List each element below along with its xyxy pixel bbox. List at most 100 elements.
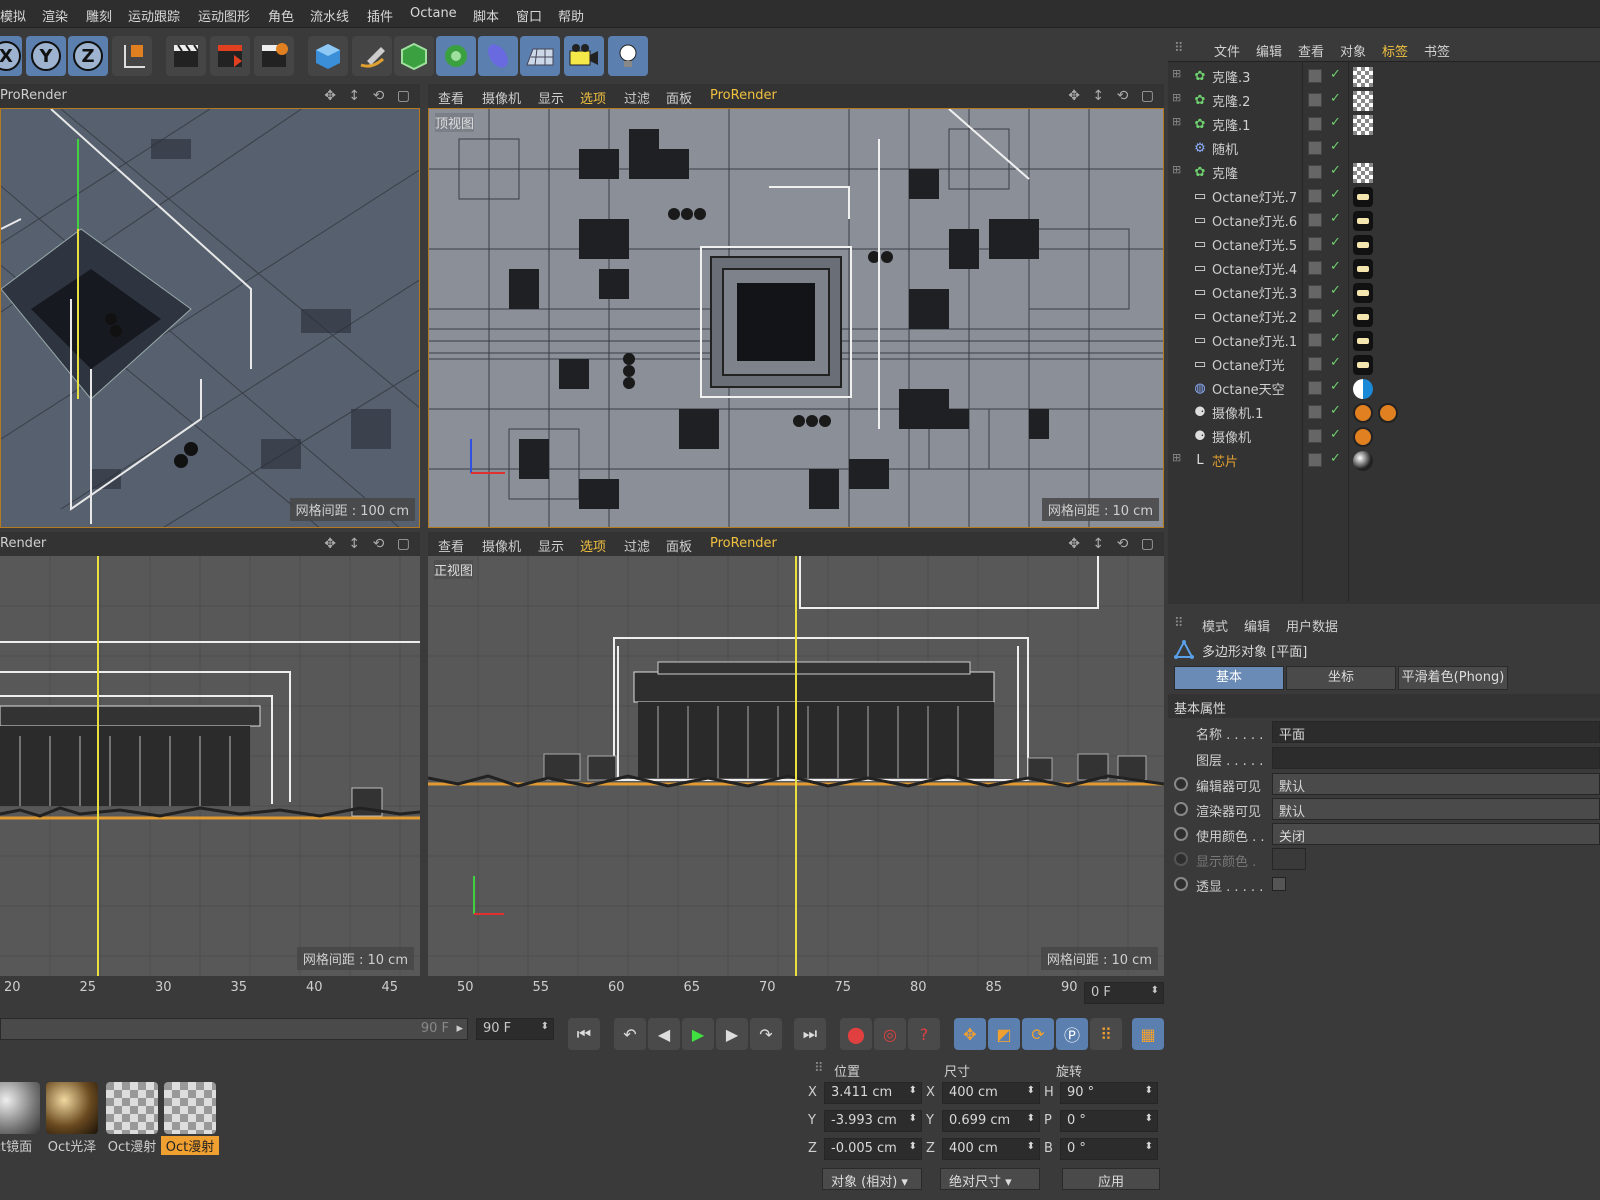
- om-menu-bookmarks[interactable]: 书签: [1424, 41, 1450, 60]
- enabled-check-icon[interactable]: ✓: [1330, 283, 1341, 298]
- grip-icon[interactable]: ⠿: [1174, 616, 1184, 631]
- enabled-check-icon[interactable]: ✓: [1330, 451, 1341, 466]
- go-to-end-button[interactable]: ⏭: [794, 1018, 826, 1050]
- menu-script[interactable]: 脚本: [473, 6, 499, 25]
- layer-swatch[interactable]: [1308, 213, 1322, 227]
- render-visible-select[interactable]: 默认: [1272, 798, 1600, 820]
- enabled-check-icon[interactable]: ✓: [1330, 307, 1341, 322]
- key-rotation-button[interactable]: ⟳: [1022, 1018, 1054, 1050]
- object-row[interactable]: ▭ Octane灯光.1 ✓: [1168, 328, 1600, 352]
- object-row[interactable]: ◍ Octane天空 ✓: [1168, 376, 1600, 400]
- floor-button[interactable]: [520, 36, 560, 76]
- viewport-nav-icons[interactable]: ✥ ↕ ⟲ ▢: [324, 536, 414, 552]
- next-key-button[interactable]: ↷: [750, 1018, 782, 1050]
- enabled-check-icon[interactable]: ✓: [1330, 331, 1341, 346]
- size-y-field[interactable]: 0.699 cm ⬍: [942, 1110, 1040, 1132]
- menu-mograph[interactable]: 运动图形: [198, 6, 250, 25]
- viewport-nav-icons[interactable]: ✥ ↕ ⟲ ▢: [324, 88, 414, 104]
- expand-icon[interactable]: ⊞: [1172, 115, 1181, 128]
- prev-frame-button[interactable]: ◀: [648, 1018, 680, 1050]
- am-menu-mode[interactable]: 模式: [1202, 616, 1228, 635]
- animate-radio[interactable]: [1174, 827, 1188, 841]
- object-name[interactable]: Octane天空: [1212, 379, 1285, 398]
- enabled-check-icon[interactable]: ✓: [1330, 259, 1341, 274]
- key-pla-button[interactable]: ⠿: [1090, 1018, 1122, 1050]
- next-frame-button[interactable]: ▶: [716, 1018, 748, 1050]
- timeline-ruler[interactable]: 20 25 30 35 40 45 50 55 60 65 70 75 80 85 90: [0, 976, 1164, 1006]
- name-field[interactable]: 平面: [1272, 721, 1600, 743]
- menu-window[interactable]: 窗口: [516, 6, 542, 25]
- object-row[interactable]: ▭ Octane灯光.6 ✓: [1168, 208, 1600, 232]
- expand-icon[interactable]: ⊞: [1172, 163, 1181, 176]
- grip-icon[interactable]: ⠿: [814, 1061, 824, 1076]
- enabled-check-icon[interactable]: ✓: [1330, 91, 1341, 106]
- enabled-check-icon[interactable]: ✓: [1330, 427, 1341, 442]
- cloner-button[interactable]: [436, 36, 476, 76]
- viewport-perspective[interactable]: 网格间距 : 100 cm: [0, 108, 420, 528]
- enabled-check-icon[interactable]: ✓: [1330, 163, 1341, 178]
- vp-menu-filter[interactable]: 过滤: [624, 536, 650, 555]
- display-color-swatch[interactable]: [1272, 848, 1306, 870]
- render-settings-button[interactable]: [254, 36, 294, 76]
- pos-z-field[interactable]: -0.005 cm ⬍: [824, 1138, 922, 1160]
- vp-menu-camera[interactable]: 摄像机: [482, 88, 521, 107]
- layer-swatch[interactable]: [1308, 117, 1322, 131]
- object-tag-light[interactable]: [1353, 307, 1373, 327]
- am-menu-edit[interactable]: 编辑: [1244, 616, 1270, 635]
- object-row[interactable]: ⊞ ✿ 克隆.2 ✓: [1168, 88, 1600, 112]
- object-name[interactable]: 克隆.1: [1212, 115, 1250, 134]
- enabled-check-icon[interactable]: ✓: [1330, 211, 1341, 226]
- deformer-button[interactable]: [478, 36, 518, 76]
- object-name[interactable]: Octane灯光.2: [1212, 307, 1297, 326]
- object-name[interactable]: Octane灯光.7: [1212, 187, 1297, 206]
- material-mirror-thumb[interactable]: [0, 1082, 40, 1134]
- axis-x-button[interactable]: X: [0, 36, 22, 76]
- enabled-check-icon[interactable]: ✓: [1330, 235, 1341, 250]
- autokey-button[interactable]: ◎: [874, 1018, 906, 1050]
- play-button[interactable]: ▶: [682, 1018, 714, 1050]
- object-name[interactable]: Octane灯光.1: [1212, 331, 1297, 350]
- key-scale-button[interactable]: ◩: [988, 1018, 1020, 1050]
- apply-button[interactable]: 应用: [1062, 1168, 1160, 1190]
- keyframe-selection-button[interactable]: ?: [908, 1018, 940, 1050]
- render-view-button[interactable]: [166, 36, 206, 76]
- object-name[interactable]: 摄像机: [1212, 427, 1251, 446]
- object-row[interactable]: ⊞ L 芯片 ✓: [1168, 448, 1600, 472]
- object-row[interactable]: ▭ Octane灯光.3 ✓: [1168, 280, 1600, 304]
- vp-menu-view[interactable]: 查看: [438, 536, 464, 555]
- viewport-bl-label[interactable]: Render: [0, 536, 46, 551]
- object-row[interactable]: ▭ Octane灯光.4 ✓: [1168, 256, 1600, 280]
- viewport-top[interactable]: 顶视图 网格间距 : 10 cm: [428, 108, 1164, 528]
- menu-octane[interactable]: Octane: [410, 6, 457, 21]
- menu-simulate[interactable]: 模拟: [0, 6, 26, 25]
- object-tag-camera[interactable]: [1378, 403, 1398, 423]
- object-row[interactable]: ⚙ 随机 ✓: [1168, 136, 1600, 160]
- layer-swatch[interactable]: [1308, 141, 1322, 155]
- layer-swatch[interactable]: [1308, 333, 1322, 347]
- layer-swatch[interactable]: [1308, 357, 1322, 371]
- object-row[interactable]: ▭ Octane灯光 ✓: [1168, 352, 1600, 376]
- grip-icon[interactable]: ⠿: [1174, 41, 1184, 56]
- object-tag-checker[interactable]: [1353, 163, 1373, 183]
- object-tag-none[interactable]: [1353, 139, 1373, 159]
- tab-phong[interactable]: 平滑着色(Phong): [1398, 666, 1508, 690]
- tab-basic[interactable]: 基本: [1174, 666, 1284, 690]
- frame-range-slider[interactable]: 90 F ▸: [0, 1018, 468, 1040]
- object-name[interactable]: 随机: [1212, 139, 1238, 158]
- size-mode-select[interactable]: 绝对尺寸 ▾: [940, 1168, 1040, 1190]
- object-name[interactable]: 芯片: [1212, 451, 1238, 470]
- expand-icon[interactable]: ⊞: [1172, 451, 1181, 464]
- object-tag-light[interactable]: [1353, 187, 1373, 207]
- xray-checkbox[interactable]: [1272, 877, 1286, 891]
- object-tag-light[interactable]: [1353, 283, 1373, 303]
- rot-b-field[interactable]: 0 ° ⬍: [1060, 1138, 1158, 1160]
- viewport-side[interactable]: 网格间距 : 10 cm: [0, 556, 420, 976]
- enabled-check-icon[interactable]: ✓: [1330, 379, 1341, 394]
- om-menu-edit[interactable]: 编辑: [1256, 41, 1282, 60]
- enabled-check-icon[interactable]: ✓: [1330, 403, 1341, 418]
- timeline-layout-button[interactable]: ▦: [1132, 1018, 1164, 1050]
- material-diffuse-thumb[interactable]: [106, 1082, 158, 1134]
- expand-icon[interactable]: ⊞: [1172, 67, 1181, 80]
- go-to-start-button[interactable]: ⏮: [568, 1018, 600, 1050]
- viewport-nav-icons[interactable]: ✥ ↕ ⟲ ▢: [1068, 88, 1158, 104]
